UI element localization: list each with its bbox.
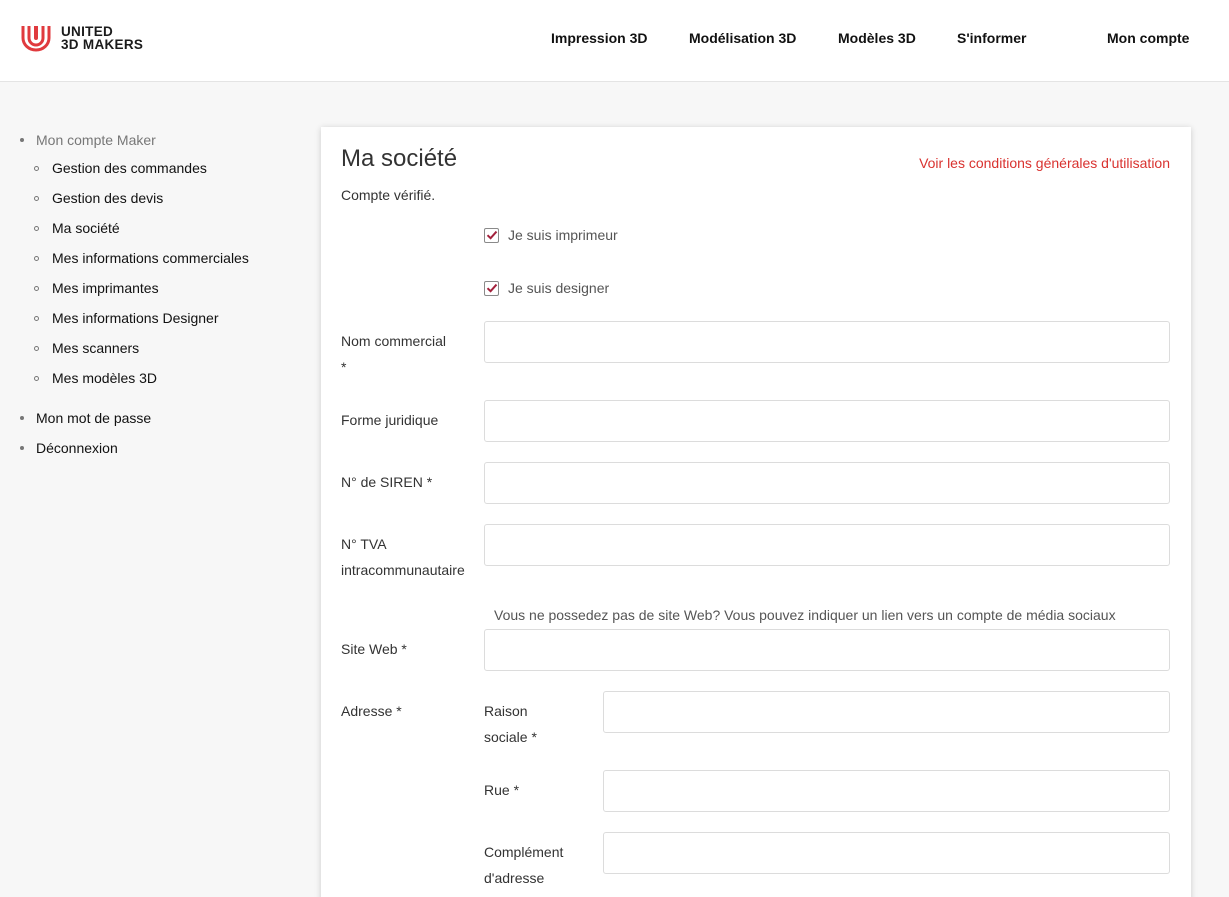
logo-line-2: 3D MAKERS [61,37,144,52]
adresse-label: Adresse * [341,703,402,719]
checkbox-label: Je suis imprimeur [508,227,618,243]
rue-input[interactable] [603,770,1170,812]
checkbox-box[interactable] [484,280,499,296]
checkbox-label: Je suis designer [508,280,610,296]
sidebar-item-label: Mes scanners [52,340,140,356]
sidebar-item-infos-designer[interactable]: Mes informations Designer [34,310,219,326]
bullet-icon [20,138,24,142]
nav-impression-3d[interactable]: Impression 3D [551,30,647,46]
sidebar-item-commandes[interactable]: Gestion des commandes [34,160,207,176]
nav-mon-compte[interactable]: Mon compte [1107,30,1189,46]
sidebar-item-label: Gestion des commandes [52,160,207,176]
company-form-card: Ma société Voir les conditions générales… [321,127,1191,897]
siren-input[interactable] [484,462,1170,504]
circle-bullet-icon [34,165,39,171]
sidebar-item-devis[interactable]: Gestion des devis [34,190,163,206]
label-line: * [341,359,347,375]
united-3d-makers-logo-icon [21,26,51,52]
top-header: UNITED 3D MAKERS Impression 3D Modélisat… [0,0,1229,82]
tva-label: N° TVA intracommunautaire [341,531,465,583]
nav-modeles-3d[interactable]: Modèles 3D [838,30,916,46]
circle-bullet-icon [34,285,39,291]
label-line: d'adresse [484,870,545,886]
circle-bullet-icon [34,315,39,321]
forme-juridique-input[interactable] [484,400,1170,442]
account-status: Compte vérifié. [341,187,436,203]
checkbox-imprimeur[interactable]: Je suis imprimeur [484,227,618,243]
sidebar-item-label: Mes imprimantes [52,280,159,296]
site-web-hint: Vous ne possedez pas de site Web? Vous p… [494,607,1116,623]
circle-bullet-icon [34,345,39,351]
sidebar-item-modeles-3d[interactable]: Mes modèles 3D [34,370,157,386]
label-line: Nom commercial [341,333,447,349]
sidebar-item-label: Mes informations Designer [52,310,219,326]
bullet-icon [20,416,24,420]
sidebar-section-maker: Mon compte Maker [20,132,156,148]
sidebar-section-label: Mon compte Maker [36,132,156,148]
logo-wordmark: UNITED 3D MAKERS [61,25,144,52]
label-line: Complément [484,844,564,860]
circle-bullet-icon [34,225,39,231]
label-line: intracommunautaire [341,562,465,578]
sidebar-item-label: Ma société [52,220,120,236]
sidebar-item-label: Mon mot de passe [36,410,152,426]
checkmark-icon [486,283,497,293]
complement-label: Complément d'adresse [484,839,563,891]
nom-commercial-label: Nom commercial * [341,328,446,380]
site-web-input[interactable] [484,629,1170,671]
sidebar-item-mot-de-passe[interactable]: Mon mot de passe [20,410,151,426]
site-web-label: Site Web * [341,641,407,657]
siren-label: N° de SIREN * [341,474,433,490]
forme-juridique-label: Forme juridique [341,412,439,428]
nav-modelisation-3d[interactable]: Modélisation 3D [689,30,796,46]
sidebar-item-label: Gestion des devis [52,190,164,206]
tva-input[interactable] [484,524,1170,566]
circle-bullet-icon [34,195,39,201]
nav-sinformer[interactable]: S'informer [957,30,1026,46]
page-title: Ma société [341,145,458,172]
sidebar-item-label: Déconnexion [36,440,118,456]
sidebar-item-deconnexion[interactable]: Déconnexion [20,440,118,456]
checkmark-icon [486,230,497,240]
label-line: Raison [484,703,528,719]
cgu-link[interactable]: Voir les conditions générales d'utilisat… [919,155,1170,171]
site-logo[interactable]: UNITED 3D MAKERS [20,24,143,52]
rue-label: Rue * [484,782,520,798]
label-line: N° TVA [341,536,387,552]
sidebar-item-infos-commerciales[interactable]: Mes informations commerciales [34,250,249,266]
raison-sociale-input[interactable] [603,691,1170,733]
checkbox-box[interactable] [484,227,499,243]
circle-bullet-icon [34,255,39,261]
bullet-icon [20,446,24,450]
circle-bullet-icon [34,375,39,381]
sidebar-item-ma-societe[interactable]: Ma société [34,220,120,236]
checkbox-designer[interactable]: Je suis designer [484,280,609,296]
complement-input[interactable] [603,832,1170,874]
sidebar-item-label: Mes modèles 3D [52,370,158,386]
raison-sociale-label: Raison sociale * [484,698,537,750]
sidebar-item-imprimantes[interactable]: Mes imprimantes [34,280,159,296]
label-line: sociale * [484,729,537,745]
sidebar-item-scanners[interactable]: Mes scanners [34,340,139,356]
nom-commercial-input[interactable] [484,321,1170,363]
sidebar-item-label: Mes informations commerciales [52,250,249,266]
